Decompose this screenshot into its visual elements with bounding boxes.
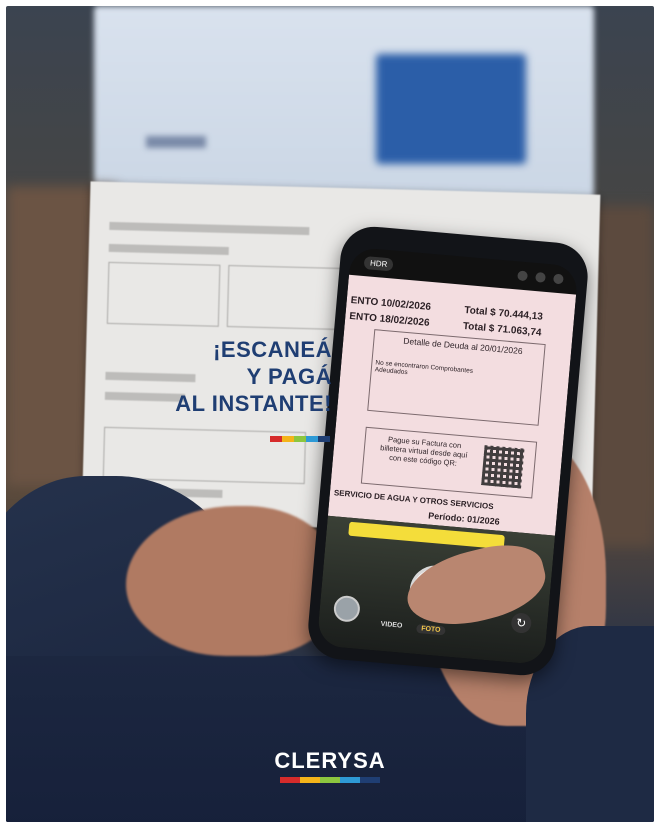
camera-modes: VIDEO FOTO	[380, 621, 446, 636]
headline: ¡ESCANEÁ Y PAGÁ AL INSTANTE!	[175, 336, 332, 417]
left-hand	[126, 506, 336, 656]
period: Período: 01/2026	[427, 510, 501, 527]
total-2: Total $ 71.063,74	[462, 320, 542, 339]
flip-camera-icon[interactable]: ↻	[510, 612, 533, 634]
headline-line3: AL INSTANTE!	[175, 391, 332, 416]
monitor-logo-blur	[376, 54, 526, 164]
mode-photo[interactable]: FOTO	[415, 623, 446, 636]
due-date-1: ENTO 10/02/2026	[350, 294, 432, 313]
due-date-2: ENTO 18/02/2026	[348, 310, 430, 329]
headline-line2: Y PAGÁ	[246, 364, 332, 389]
settings-icon[interactable]	[552, 273, 564, 285]
hdr-toggle[interactable]: HDR	[363, 255, 394, 272]
brand-name: CLERYSA	[274, 748, 386, 773]
brand-logo: CLERYSA	[0, 748, 660, 783]
night-mode-icon[interactable]	[517, 270, 528, 282]
monitor-text-blur	[146, 136, 206, 148]
qr-code	[481, 445, 525, 489]
mode-video[interactable]: VIDEO	[380, 621, 402, 632]
camera-viewfinder: ENTO 10/02/2026 Total $ 70.444,13 ENTO 1…	[327, 274, 577, 536]
headline-color-stripes	[270, 436, 330, 442]
headline-line1: ¡ESCANEÁ	[213, 337, 332, 362]
photo-frame: HDR ENTO 10/02/2026 Total $ 70.444,13 EN…	[6, 6, 654, 822]
gallery-thumbnail[interactable]	[332, 594, 361, 623]
live-photo-icon[interactable]	[535, 271, 546, 283]
total-1: Total $ 70.444,13	[463, 304, 544, 323]
logo-color-stripes	[0, 777, 660, 783]
